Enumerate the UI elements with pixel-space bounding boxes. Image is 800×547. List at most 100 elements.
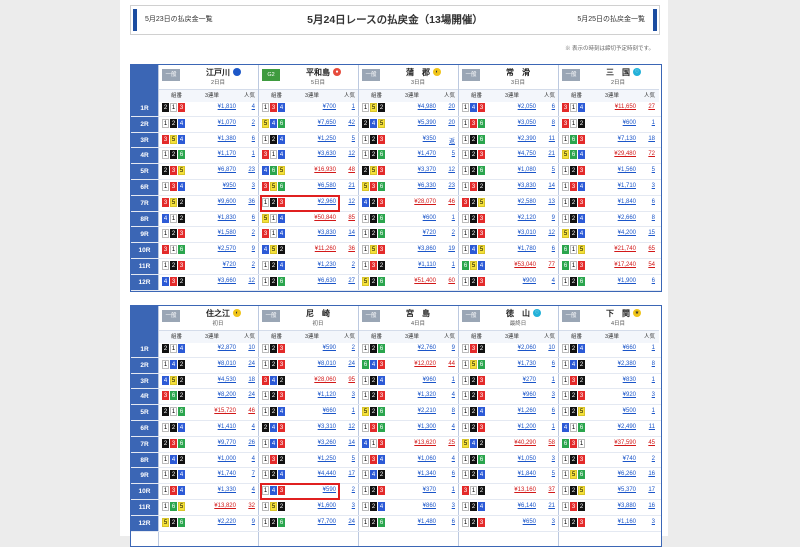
payout-link[interactable]: ¥1,260 (489, 408, 536, 414)
popularity-link[interactable]: 36 (339, 246, 355, 252)
popularity-link[interactable]: 16 (639, 503, 655, 509)
popularity-link[interactable]: 1 (339, 408, 355, 414)
payout-link[interactable]: ¥3,050 (489, 120, 536, 126)
popularity-link[interactable]: 25 (439, 440, 455, 446)
payout-link[interactable]: ¥6,630 (289, 278, 336, 284)
payout-link[interactable]: ¥4,980 (389, 104, 436, 110)
next-day-link[interactable]: 5月25日の払戻金一覧 (577, 9, 657, 31)
payout-link[interactable]: ¥1,600 (289, 503, 336, 509)
popularity-link[interactable]: 1 (539, 424, 555, 430)
popularity-link[interactable]: 44 (439, 361, 455, 367)
popularity-link[interactable]: 2 (339, 345, 355, 351)
popularity-link[interactable]: 18 (639, 136, 655, 142)
payout-link[interactable]: ¥2,760 (389, 345, 436, 351)
popularity-link[interactable]: 9 (239, 519, 255, 525)
popularity-link[interactable]: 6 (539, 408, 555, 414)
payout-link[interactable]: ¥2,870 (189, 345, 236, 351)
popularity-link[interactable]: 1 (639, 120, 655, 126)
payout-link[interactable]: ¥7,130 (589, 136, 636, 142)
payout-link[interactable]: ¥1,050 (489, 456, 536, 462)
popularity-link[interactable]: 6 (539, 246, 555, 252)
popularity-link[interactable]: 5 (639, 167, 655, 173)
payout-link[interactable]: ¥5,390 (389, 120, 436, 126)
payout-link[interactable]: ¥12,020 (389, 361, 436, 367)
popularity-link[interactable]: 3 (539, 519, 555, 525)
popularity-link[interactable]: 1 (639, 345, 655, 351)
popularity-link[interactable]: 14 (339, 230, 355, 236)
payout-link[interactable]: ¥1,410 (189, 424, 236, 430)
payout-link[interactable]: ¥2,220 (189, 519, 236, 525)
popularity-link[interactable]: 3 (339, 392, 355, 398)
payout-link[interactable]: ¥6,870 (189, 167, 236, 173)
payout-link[interactable]: ¥6,330 (389, 183, 436, 189)
venue-name[interactable]: 徳 山 (485, 308, 551, 319)
payout-link[interactable]: ¥2,490 (589, 424, 636, 430)
payout-link[interactable]: ¥1,230 (289, 262, 336, 268)
payout-link[interactable]: ¥1,740 (189, 471, 236, 477)
payout-link[interactable]: ¥15,720 (189, 408, 236, 414)
popularity-link[interactable]: 23 (439, 183, 455, 189)
popularity-link[interactable]: 7 (239, 471, 255, 477)
popularity-link[interactable]: 54 (639, 262, 655, 268)
payout-link[interactable]: ¥720 (389, 230, 436, 236)
payout-link[interactable]: ¥960 (489, 392, 536, 398)
payout-link[interactable]: ¥13,160 (489, 487, 536, 493)
payout-link[interactable]: ¥6,580 (289, 183, 336, 189)
payout-link[interactable]: ¥5,370 (589, 487, 636, 493)
popularity-link[interactable]: 12 (339, 424, 355, 430)
popularity-link[interactable]: 14 (339, 440, 355, 446)
popularity-link[interactable]: 2 (239, 230, 255, 236)
popularity-link[interactable]: 1 (339, 104, 355, 110)
payout-link[interactable]: ¥2,050 (489, 104, 536, 110)
payout-link[interactable]: ¥50,840 (289, 215, 336, 221)
payout-link[interactable]: ¥1,170 (189, 151, 236, 157)
payout-link[interactable]: ¥1,120 (289, 392, 336, 398)
payout-link[interactable]: ¥590 (289, 345, 336, 351)
payout-link[interactable]: ¥830 (589, 377, 636, 383)
popularity-link[interactable]: 21 (539, 151, 555, 157)
popularity-link[interactable]: 1 (639, 377, 655, 383)
payout-link[interactable]: ¥720 (189, 262, 236, 268)
payout-link[interactable]: ¥740 (589, 456, 636, 462)
payout-link[interactable]: ¥1,730 (489, 361, 536, 367)
payout-link[interactable]: ¥3,370 (389, 167, 436, 173)
popularity-link[interactable]: 5 (339, 456, 355, 462)
popularity-link[interactable]: 32 (239, 503, 255, 509)
payout-link[interactable]: ¥1,250 (289, 456, 336, 462)
popularity-link[interactable]: 4 (239, 424, 255, 430)
popularity-link[interactable]: 3 (239, 183, 255, 189)
payout-link[interactable]: ¥270 (489, 377, 536, 383)
payout-link[interactable]: ¥1,780 (489, 246, 536, 252)
payout-link[interactable]: ¥16,930 (289, 167, 336, 173)
popularity-link[interactable]: 12 (539, 230, 555, 236)
popularity-link[interactable]: 返 (439, 136, 455, 145)
payout-link[interactable]: ¥2,120 (489, 215, 536, 221)
payout-link[interactable]: ¥28,060 (289, 377, 336, 383)
popularity-link[interactable]: 4 (439, 424, 455, 430)
popularity-link[interactable]: 19 (439, 246, 455, 252)
payout-link[interactable]: ¥1,710 (589, 183, 636, 189)
popularity-link[interactable]: 1 (439, 215, 455, 221)
popularity-link[interactable]: 3 (539, 392, 555, 398)
venue-name[interactable]: 江戸川 (185, 67, 251, 78)
popularity-link[interactable]: 12 (339, 151, 355, 157)
payout-link[interactable]: ¥2,580 (489, 199, 536, 205)
payout-link[interactable]: ¥860 (389, 503, 436, 509)
payout-link[interactable]: ¥3,830 (289, 230, 336, 236)
payout-link[interactable]: ¥3,860 (389, 246, 436, 252)
popularity-link[interactable]: 5 (539, 167, 555, 173)
payout-link[interactable]: ¥1,060 (389, 456, 436, 462)
popularity-link[interactable]: 6 (639, 199, 655, 205)
popularity-link[interactable]: 6 (539, 361, 555, 367)
popularity-link[interactable]: 17 (639, 487, 655, 493)
popularity-link[interactable]: 8 (639, 215, 655, 221)
popularity-link[interactable]: 3 (339, 503, 355, 509)
popularity-link[interactable]: 60 (439, 278, 455, 284)
venue-name[interactable]: 平和島 (285, 67, 351, 78)
popularity-link[interactable]: 17 (339, 471, 355, 477)
payout-link[interactable]: ¥1,340 (389, 471, 436, 477)
popularity-link[interactable]: 6 (239, 215, 255, 221)
popularity-link[interactable]: 8 (439, 408, 455, 414)
venue-name[interactable]: 三 国 (585, 67, 651, 78)
popularity-link[interactable]: 12 (239, 278, 255, 284)
